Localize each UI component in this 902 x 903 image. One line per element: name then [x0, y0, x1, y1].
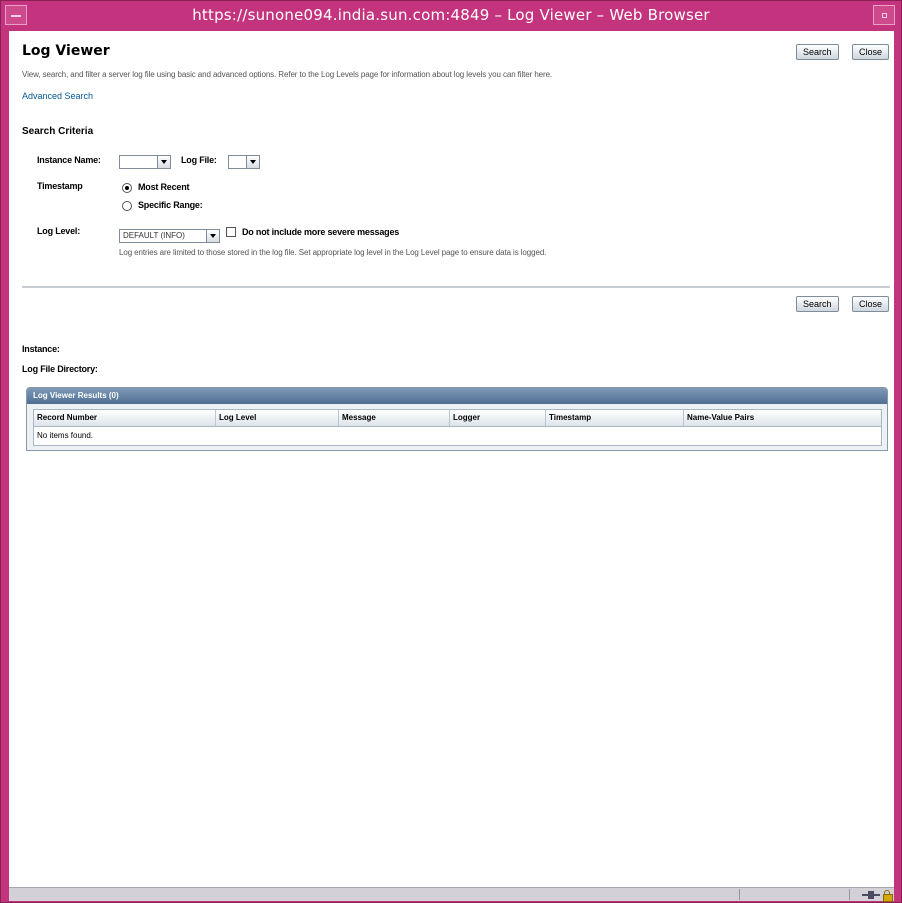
column-header-logger[interactable]: Logger: [450, 410, 546, 426]
log-file-label: Log File:: [181, 155, 217, 165]
status-divider: [849, 889, 850, 900]
search-criteria-heading: Search Criteria: [22, 126, 94, 137]
log-file-select[interactable]: [228, 155, 260, 169]
empty-results-message: No items found.: [37, 431, 94, 440]
most-recent-radio[interactable]: [122, 183, 132, 193]
results-table: Log Viewer Results (0) Record Number Log…: [26, 387, 888, 451]
log-level-help-text: Log entries are limited to those stored …: [119, 248, 547, 257]
chevron-down-icon: [246, 156, 259, 168]
close-button-bottom[interactable]: Close: [852, 296, 890, 312]
exclude-severe-label: Do not include more severe messages: [242, 227, 400, 237]
specific-range-radio[interactable]: [122, 201, 132, 211]
window-title: https://sunone094.india.sun.com:4849 – L…: [192, 6, 710, 24]
status-icons: [862, 889, 893, 902]
page-description: View, search, and filter a server log fi…: [22, 70, 553, 79]
log-level-value: DEFAULT (INFO): [123, 231, 185, 240]
instance-name-select[interactable]: [119, 155, 171, 169]
timestamp-label: Timestamp: [37, 181, 83, 191]
instance-name-label: Instance Name:: [37, 155, 101, 165]
column-header-record-number[interactable]: Record Number: [34, 410, 216, 426]
exclude-severe-checkbox[interactable]: [226, 227, 236, 237]
lock-icon[interactable]: [883, 890, 893, 902]
title-bar[interactable]: https://sunone094.india.sun.com:4849 – L…: [1, 1, 901, 29]
status-divider: [739, 889, 740, 900]
results-table-body: Record Number Log Level Message Logger T…: [33, 409, 882, 446]
column-header-timestamp[interactable]: Timestamp: [546, 410, 684, 426]
close-button-top[interactable]: Close: [852, 44, 890, 60]
advanced-search-link[interactable]: Advanced Search: [22, 91, 93, 101]
log-level-select[interactable]: DEFAULT (INFO): [119, 229, 220, 243]
search-button-bottom[interactable]: Search: [796, 296, 839, 312]
column-header-message[interactable]: Message: [339, 410, 450, 426]
chevron-down-icon: [206, 230, 219, 242]
maximize-icon: [882, 13, 887, 18]
page-title: Log Viewer: [22, 43, 110, 59]
log-file-directory-label: Log File Directory:: [22, 364, 98, 374]
specific-range-label: Specific Range:: [138, 200, 203, 210]
chevron-down-icon: [157, 156, 170, 168]
log-level-label: Log Level:: [37, 226, 81, 236]
page-content: Log Viewer Search Close View, search, an…: [9, 31, 894, 887]
most-recent-label: Most Recent: [138, 182, 190, 192]
connection-icon[interactable]: [862, 891, 880, 899]
column-header-log-level[interactable]: Log Level: [216, 410, 339, 426]
results-table-header: Record Number Log Level Message Logger T…: [34, 410, 881, 427]
search-button-top[interactable]: Search: [796, 44, 839, 60]
status-bar: [9, 887, 894, 902]
maximize-button[interactable]: [873, 5, 895, 25]
instance-info-label: Instance:: [22, 344, 60, 354]
section-divider: [22, 286, 890, 288]
column-header-name-value-pairs[interactable]: Name-Value Pairs: [684, 410, 881, 426]
browser-window: https://sunone094.india.sun.com:4849 – L…: [0, 0, 902, 903]
results-table-title: Log Viewer Results (0): [27, 388, 887, 404]
